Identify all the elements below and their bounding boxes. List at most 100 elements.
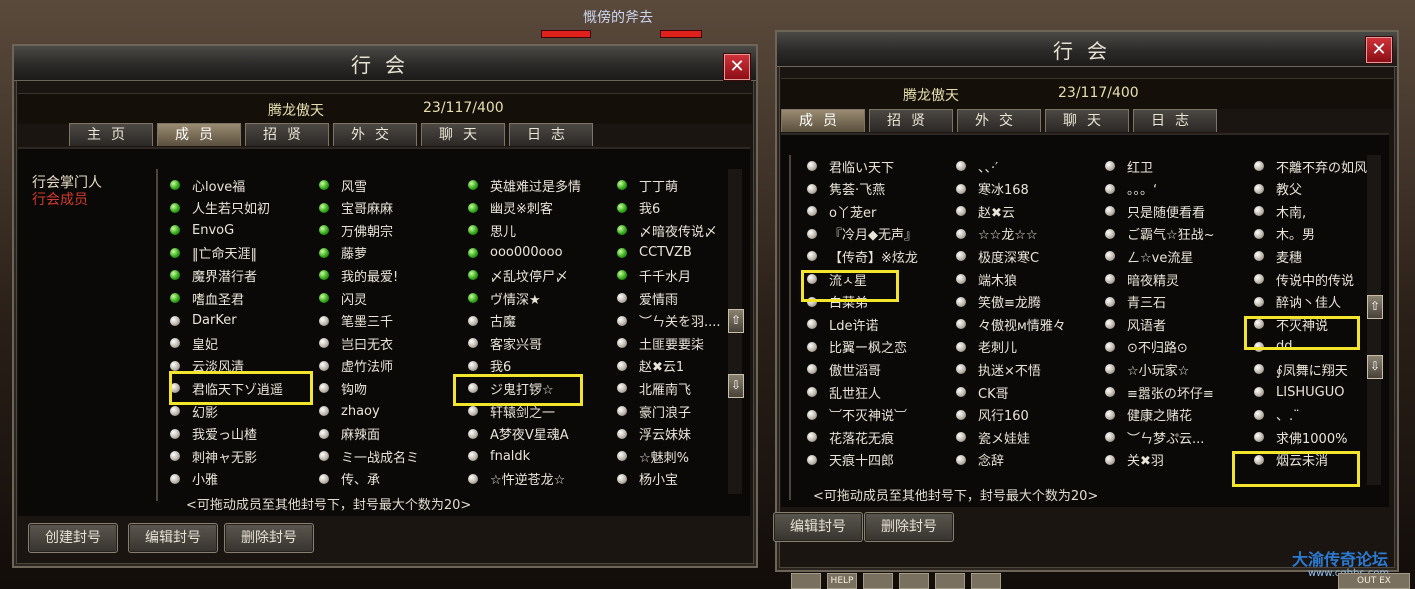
member-item[interactable]: LISHUGUO xyxy=(1254,381,1344,403)
member-item[interactable]: 英雄难过是多情 xyxy=(468,174,581,196)
member-item[interactable]: 闪灵 xyxy=(319,287,367,309)
member-item[interactable]: 赵✖云 xyxy=(956,200,1015,222)
member-item[interactable]: 小雅 xyxy=(170,468,218,490)
member-item[interactable]: 教父 xyxy=(1254,178,1302,200)
member-item[interactable]: ヴ情深★ xyxy=(468,287,541,309)
member-item[interactable]: ︶ㄣ关を羽.... xyxy=(617,310,721,332)
member-item[interactable]: 岂曰无衣 xyxy=(319,332,393,354)
member-item[interactable]: 天痕十四郎 xyxy=(807,449,894,471)
member-item[interactable]: 、.¨ xyxy=(1254,404,1300,426)
member-item[interactable]: 虚竹法师 xyxy=(319,355,393,377)
edit-title-button[interactable]: 编辑封号 xyxy=(773,512,863,542)
member-item[interactable]: 赵✖云1 xyxy=(617,355,684,377)
member-item[interactable]: zhaoy xyxy=(319,400,380,422)
member-item[interactable]: CK哥 xyxy=(956,381,1009,403)
member-item[interactable]: 极度深寒C xyxy=(956,245,1039,267)
member-item[interactable]: 君临い天下 xyxy=(807,155,894,177)
edit-title-button[interactable]: 编辑封号 xyxy=(128,523,218,553)
member-item[interactable]: 风行160 xyxy=(956,404,1029,426)
delete-title-button[interactable]: 删除封号 xyxy=(224,523,314,553)
member-item[interactable]: 刺神ャ无影 xyxy=(170,445,257,467)
member-item[interactable]: ≡嚣张の坏仔≡ xyxy=(1105,381,1214,403)
member-item[interactable]: 传、承 xyxy=(319,468,380,490)
member-item[interactable]: ⊙不归路⊙ xyxy=(1105,336,1188,358)
member-item[interactable]: 醉讷丶佳人 xyxy=(1254,291,1341,313)
member-item[interactable]: ‖亡命天涯‖ xyxy=(170,242,257,264)
member-item[interactable]: 万佛朝宗 xyxy=(319,219,393,241)
toolbar-icon[interactable] xyxy=(791,573,821,589)
scrollbar[interactable]: ⇧ ⇩ xyxy=(1367,155,1383,485)
role-leader[interactable]: 行会掌门人 xyxy=(32,175,102,192)
member-item[interactable]: 执迷×不悟 xyxy=(956,358,1041,380)
member-item[interactable]: 关✖羽 xyxy=(1105,449,1164,471)
delete-title-button[interactable]: 删除封号 xyxy=(864,512,954,542)
member-item[interactable]: 客家兴哥 xyxy=(468,332,542,354)
member-item[interactable]: 木南, xyxy=(1254,200,1306,222)
member-item[interactable]: 嗜血圣君 xyxy=(170,287,244,309)
member-item[interactable]: 皇妃 xyxy=(170,332,218,354)
member-item[interactable]: 麦穗 xyxy=(1254,245,1302,267)
create-title-button[interactable]: 创建封号 xyxy=(28,523,118,553)
member-item[interactable]: ミ一战成名ミ xyxy=(319,445,419,467)
member-item[interactable]: 心love福 xyxy=(170,174,245,196)
member-item[interactable]: Lde许诺 xyxy=(807,313,879,335)
tab-recruit[interactable]: 招贤 xyxy=(869,109,953,132)
member-item[interactable]: 风语者 xyxy=(1105,313,1166,335)
member-item[interactable]: 〆暗夜传说〆 xyxy=(617,219,717,241)
member-item[interactable]: ☆魅刺% xyxy=(617,445,689,467)
member-item[interactable]: 念辞 xyxy=(956,449,1004,471)
member-item[interactable]: ooo000ooo xyxy=(468,242,563,264)
guild-window-title-bar[interactable]: 行会 xyxy=(14,46,756,81)
member-item[interactable]: ☆忤逆苍龙☆ xyxy=(468,468,565,490)
member-item[interactable]: 寒冰168 xyxy=(956,178,1029,200)
member-item[interactable]: 傲世滔哥 xyxy=(807,358,881,380)
member-item[interactable]: 红卫 xyxy=(1105,155,1153,177)
member-item[interactable]: 木。男 xyxy=(1254,223,1315,245)
member-item[interactable]: 浮云妹妹 xyxy=(617,423,691,445)
member-item[interactable]: 钩吻 xyxy=(319,377,367,399)
member-item[interactable]: 人生若只如初 xyxy=(170,197,270,219)
member-item[interactable]: 藤萝 xyxy=(319,242,367,264)
tab-home[interactable]: 主页 xyxy=(69,123,153,146)
role-member[interactable]: 行会成员 xyxy=(32,192,88,209)
member-item[interactable]: ㄥ☆ve流星 xyxy=(1105,245,1193,267)
member-item[interactable]: 我6 xyxy=(617,197,660,219)
member-item[interactable]: 笑傲≡龙腾 xyxy=(956,291,1041,313)
member-item[interactable]: 笔墨三千 xyxy=(319,310,393,332)
member-item[interactable]: 土匪要要柒 xyxy=(617,332,704,354)
tab-chat[interactable]: 聊天 xyxy=(421,123,505,146)
member-item[interactable]: 魔界潜行者 xyxy=(170,264,257,286)
member-item[interactable]: 乱世狂人 xyxy=(807,381,881,403)
member-item[interactable]: 丁丁萌 xyxy=(617,174,678,196)
tab-diplomacy[interactable]: 外交 xyxy=(333,123,417,146)
member-item[interactable]: 千千水月 xyxy=(617,264,691,286)
member-item[interactable]: 风雪 xyxy=(319,174,367,196)
member-item[interactable]: 〆乱坟停尸〆 xyxy=(468,264,568,286)
help-icon[interactable]: HELP xyxy=(827,573,857,589)
toolbar-icon[interactable] xyxy=(899,573,929,589)
logout-exit-button[interactable]: OUT EX xyxy=(1338,573,1410,589)
member-item[interactable]: 求佛1000% xyxy=(1254,426,1347,448)
member-item[interactable]: 爱情雨 xyxy=(617,287,678,309)
member-item[interactable]: 【传奇】※炫龙 xyxy=(807,245,918,267)
member-item[interactable]: 健康之赌花 xyxy=(1105,404,1192,426)
member-item[interactable]: 宝哥麻麻 xyxy=(319,197,393,219)
member-item[interactable]: ☆☆龙☆☆ xyxy=(956,223,1038,245)
tab-log[interactable]: 日志 xyxy=(1133,109,1217,132)
member-item[interactable]: 花落花无痕 xyxy=(807,426,894,448)
member-item[interactable]: 。。。‘ xyxy=(1105,178,1157,200)
tab-diplomacy[interactable]: 外交 xyxy=(957,109,1041,132)
member-item[interactable]: 比翼ー枫之恋 xyxy=(807,336,907,358)
toolbar-icon[interactable] xyxy=(863,573,893,589)
member-item[interactable]: ご霸气☆狂战~ xyxy=(1105,223,1215,245)
member-item[interactable]: 不離不弃の如风 xyxy=(1254,155,1367,177)
member-item[interactable]: DarKer xyxy=(170,310,237,332)
member-item[interactable]: 端木狼 xyxy=(956,268,1017,290)
member-item[interactable]: A梦夜V星魂A xyxy=(468,423,569,445)
member-item[interactable]: 老刺儿 xyxy=(956,336,1017,358)
member-item[interactable]: 暗夜精灵 xyxy=(1105,268,1179,290)
tab-members[interactable]: 成员 xyxy=(781,109,865,132)
member-item[interactable]: ∮凤舞に翔天 xyxy=(1254,358,1348,380)
member-item[interactable]: 幽灵※刺客 xyxy=(468,197,553,219)
member-item[interactable]: fnaldk xyxy=(468,445,530,467)
